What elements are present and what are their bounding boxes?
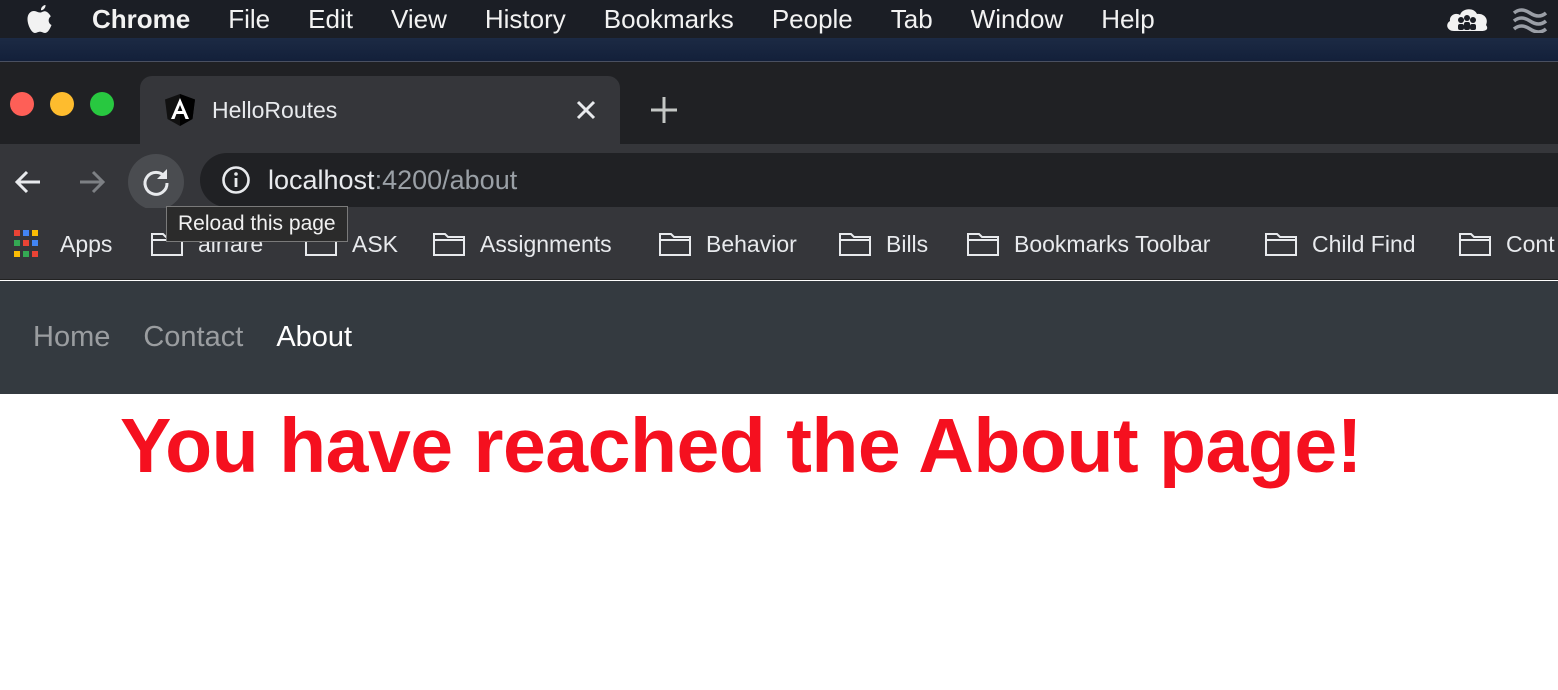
bookmark-label: Cont	[1506, 230, 1555, 257]
reload-button[interactable]	[128, 154, 184, 210]
menu-chrome[interactable]: Chrome	[92, 4, 190, 35]
menu-bookmarks[interactable]: Bookmarks	[604, 4, 734, 35]
desktop-background	[0, 38, 1558, 62]
bookmark-label: ASK	[352, 230, 399, 257]
macos-menu-bar: Chrome File Edit View History Bookmarks …	[0, 0, 1558, 38]
bookmark-label: Behavior	[706, 230, 797, 257]
folder-icon	[1265, 233, 1297, 256]
menu-tab[interactable]: Tab	[891, 4, 933, 35]
bookmark-label: Child Find	[1312, 230, 1416, 257]
folder-icon	[659, 233, 691, 256]
arrow-right-icon	[80, 170, 106, 194]
folder-icon	[839, 233, 871, 256]
reload-icon	[143, 169, 169, 196]
browser-tab-active[interactable]: HelloRoutes	[140, 76, 620, 144]
menu-view[interactable]: View	[391, 4, 447, 35]
folder-icon	[967, 233, 999, 256]
wave-icon[interactable]	[1512, 5, 1548, 33]
url-host: localhost	[268, 164, 375, 195]
angular-icon	[165, 94, 195, 126]
menu-window[interactable]: Window	[971, 4, 1063, 35]
menu-history[interactable]: History	[485, 4, 566, 35]
new-tab-icon[interactable]	[648, 94, 680, 126]
bookmark-child-find[interactable]: Child Find	[1264, 228, 1416, 260]
apps-grid-icon	[14, 230, 42, 258]
address-bar[interactable]: localhost:4200/about	[200, 153, 1558, 207]
folder-icon	[433, 233, 465, 256]
close-window-button[interactable]	[10, 92, 34, 116]
app-navbar: Home Contact About	[0, 281, 1558, 394]
bookmark-bookmarks-toolbar[interactable]: Bookmarks Toolbar	[966, 228, 1210, 260]
page-heading: You have reached the About page!	[120, 403, 1362, 489]
minimize-window-button[interactable]	[50, 92, 74, 116]
bookmark-label: Bookmarks Toolbar	[1014, 230, 1211, 257]
bookmark-label: Bills	[886, 230, 929, 257]
info-icon[interactable]	[220, 164, 252, 196]
bookmark-label: Apps	[60, 230, 113, 257]
apple-logo-icon[interactable]	[26, 4, 54, 34]
nav-link-home[interactable]: Home	[33, 321, 110, 354]
reload-tooltip: Reload this page	[166, 206, 348, 242]
url-path: :4200/about	[374, 164, 518, 195]
arrow-left-icon	[14, 170, 40, 194]
close-icon[interactable]	[572, 96, 600, 124]
zoom-window-button[interactable]	[90, 92, 114, 116]
cloud-people-icon[interactable]	[1444, 5, 1490, 33]
nav-link-contact[interactable]: Contact	[143, 321, 243, 354]
url-text[interactable]: localhost:4200/about	[268, 165, 517, 196]
menu-people[interactable]: People	[772, 4, 853, 35]
back-button[interactable]	[0, 154, 56, 210]
forward-button[interactable]	[64, 154, 120, 210]
folder-icon	[1459, 233, 1491, 256]
tab-title: HelloRoutes	[212, 96, 338, 123]
menu-file[interactable]: File	[228, 4, 270, 35]
menu-extras	[1444, 0, 1548, 38]
bookmark-behavior[interactable]: Behavior	[658, 228, 797, 260]
bookmark-label: Assignments	[480, 230, 612, 257]
bookmark-apps[interactable]: Apps	[0, 228, 112, 260]
menu-edit[interactable]: Edit	[308, 4, 353, 35]
bookmark-assignments[interactable]: Assignments	[432, 228, 612, 260]
nav-link-about[interactable]: About	[276, 321, 352, 354]
bookmark-bills[interactable]: Bills	[838, 228, 928, 260]
bookmark-cont[interactable]: Cont	[1458, 228, 1555, 260]
menu-help[interactable]: Help	[1101, 4, 1154, 35]
